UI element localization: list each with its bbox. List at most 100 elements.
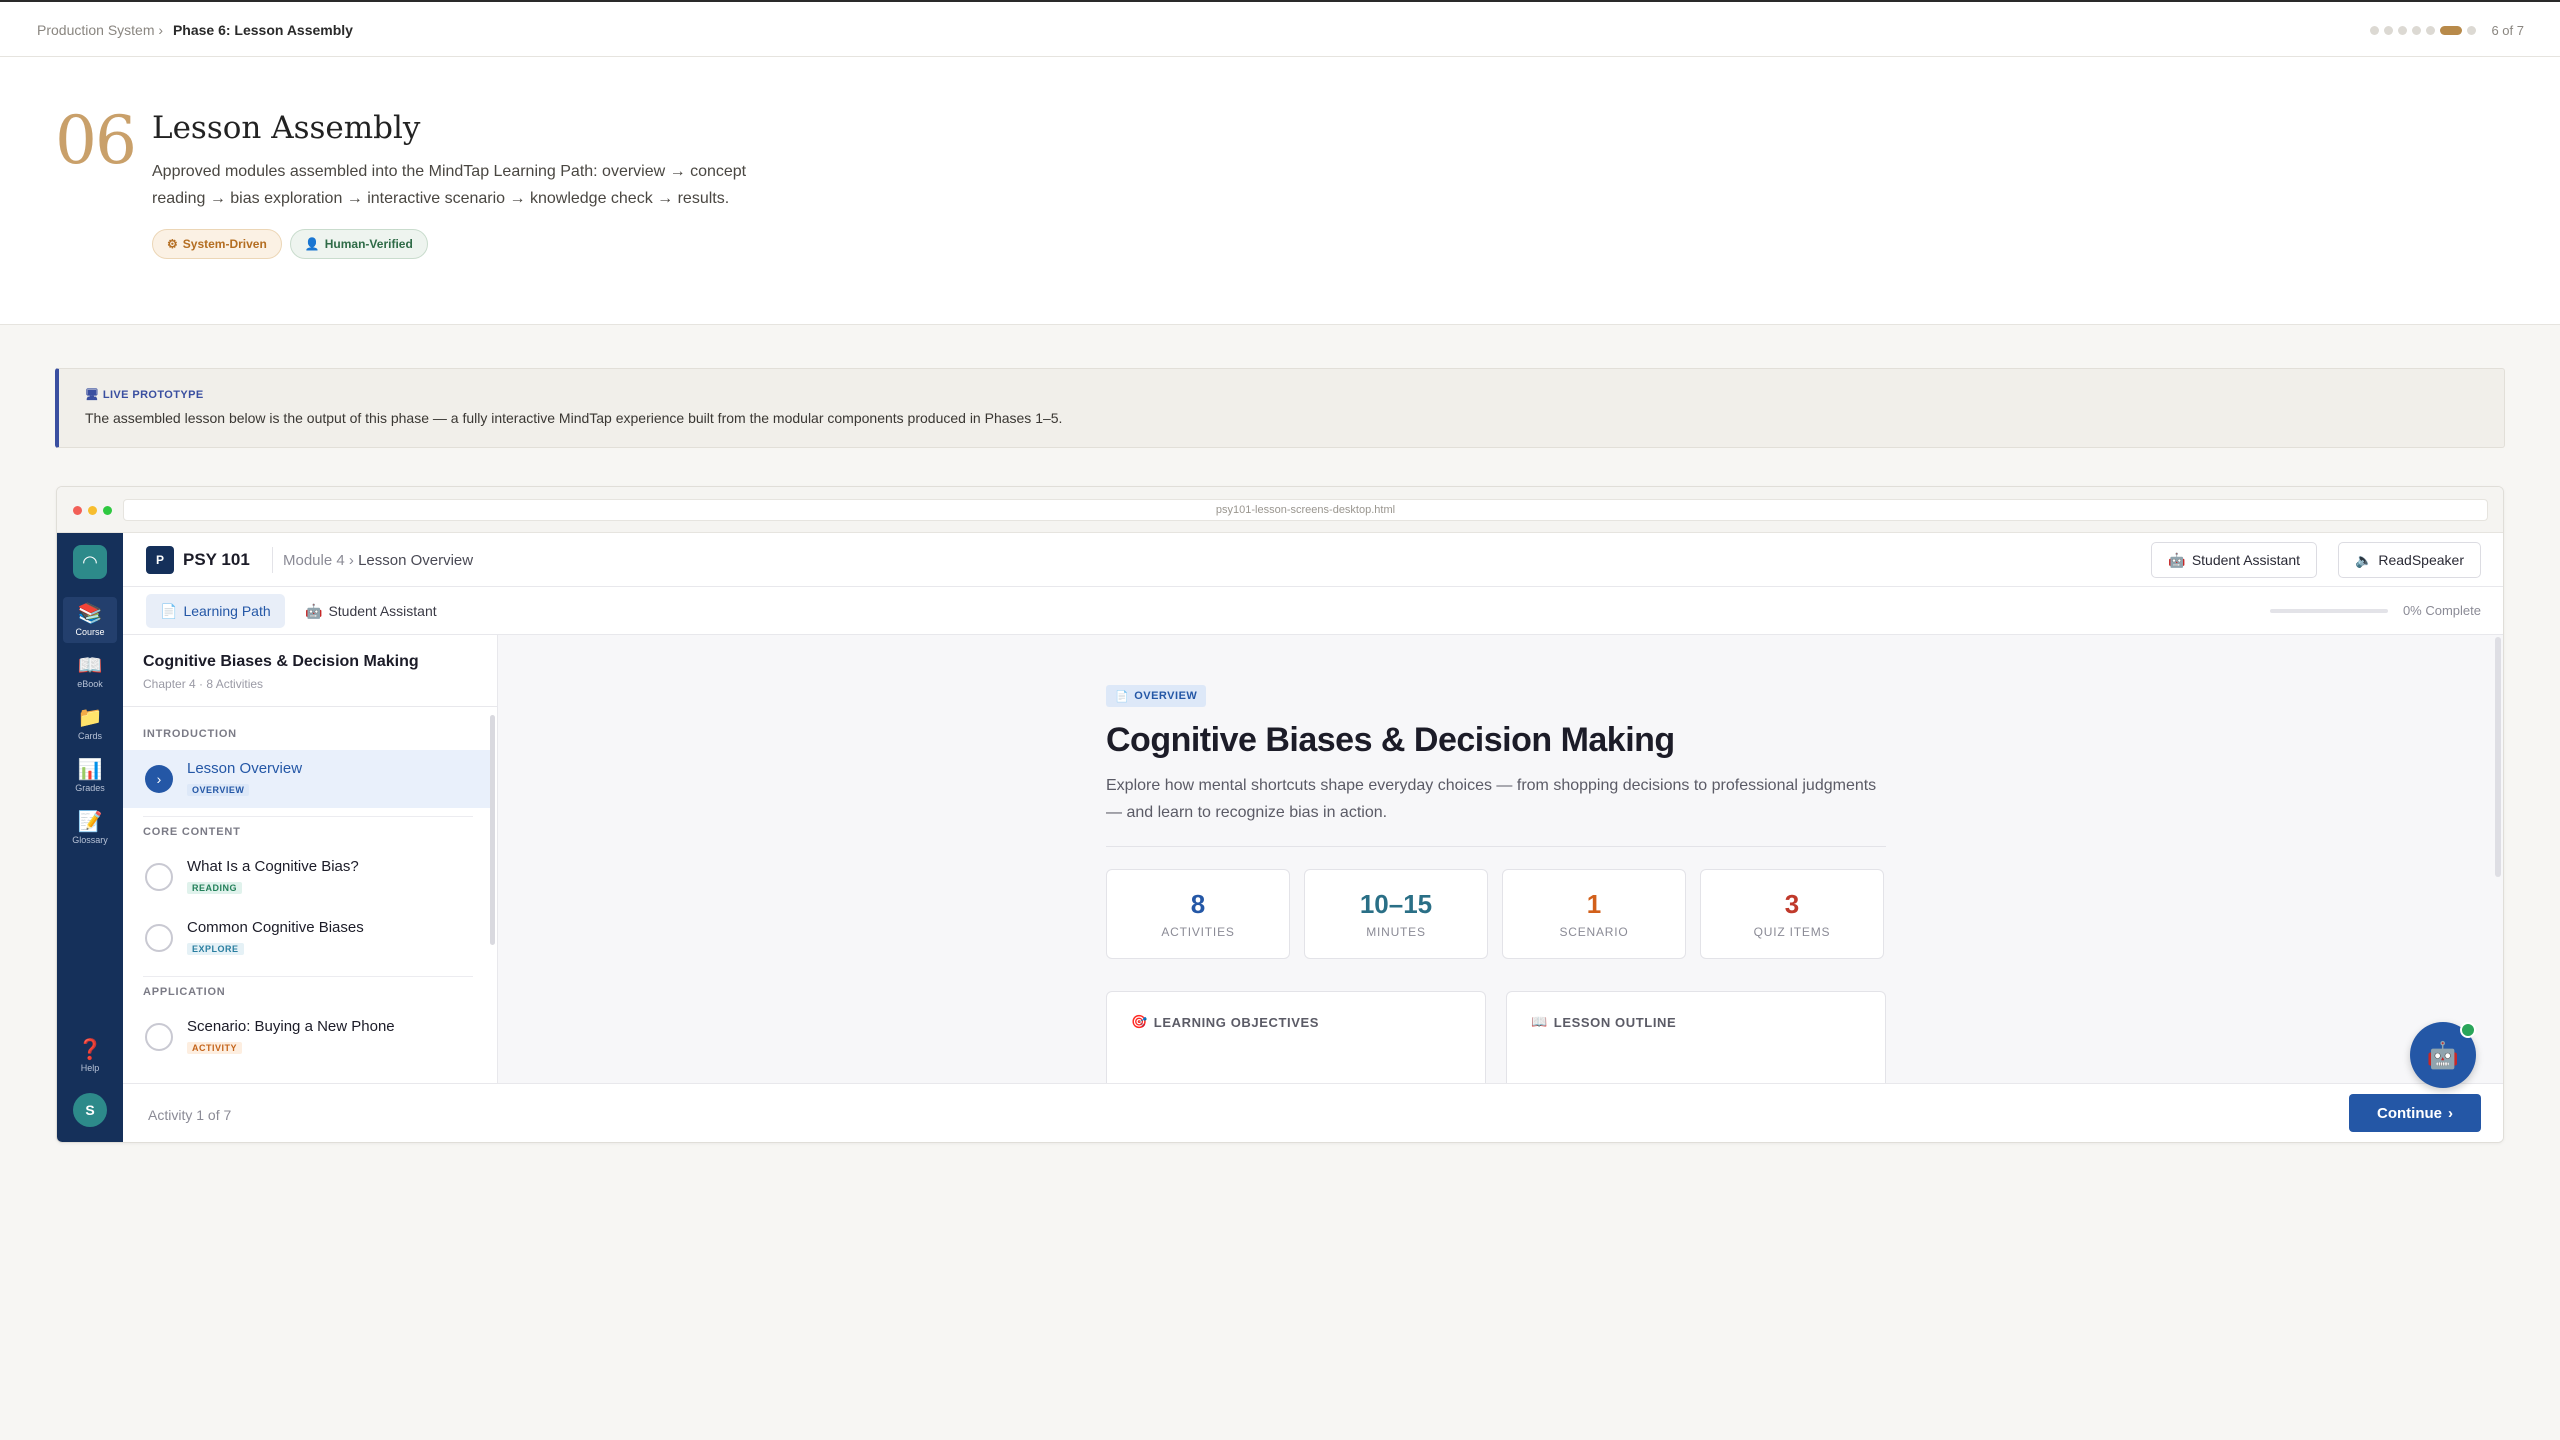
student-assistant-button[interactable]: 🤖 Student Assistant xyxy=(2151,542,2317,578)
live-prototype-note: 🖥 LIVE PROTOTYPE The assembled lesson be… xyxy=(55,368,2505,448)
badge-row: ⚙ System-Driven 👤 Human-Verified xyxy=(152,229,428,259)
card-title: 🎯 LEARNING OBJECTIVES xyxy=(1131,1014,1320,1030)
stat-label: MINUTES xyxy=(1366,925,1426,939)
section-label-application: APPLICATION xyxy=(143,986,226,998)
course-progress-bar xyxy=(2270,609,2388,613)
stat-label: QUIZ ITEMS xyxy=(1753,925,1831,939)
breadcrumb-root[interactable]: Production System xyxy=(37,22,155,38)
target-icon: 🎯 xyxy=(1131,1014,1148,1029)
activity-item-common-biases[interactable]: Common Cognitive Biases EXPLORE xyxy=(123,909,493,967)
section-rule xyxy=(143,816,473,817)
activity-status-circle-icon xyxy=(145,1023,173,1051)
rail-item-label: eBook xyxy=(77,679,103,689)
online-status-dot xyxy=(2460,1022,2476,1038)
tab-student-assistant[interactable]: 🤖 Student Assistant xyxy=(291,594,451,628)
breadcrumb-module[interactable]: Module 4 xyxy=(283,552,345,569)
chat-assistant-button[interactable]: 🤖 xyxy=(2410,1022,2476,1088)
continue-button[interactable]: Continue › xyxy=(2349,1094,2481,1132)
rail-item-cards[interactable]: 📁 Cards xyxy=(63,701,117,747)
phase-dot-current[interactable] xyxy=(2440,26,2462,35)
rail-item-label: Help xyxy=(80,1063,100,1073)
app-header: P PSY 101 Module 4 › Lesson Overview 🤖 S… xyxy=(123,533,2503,587)
stat-card-quiz-items: 3 QUIZ ITEMS xyxy=(1700,869,1884,959)
sidebar-scrollbar[interactable] xyxy=(490,715,495,945)
app-breadcrumb: Module 4 › Lesson Overview xyxy=(283,552,473,569)
breadcrumb: Production System › Phase 6: Lesson Asse… xyxy=(37,22,353,38)
rail-item-label: Cards xyxy=(77,731,102,741)
stat-card-minutes: 10–15 MINUTES xyxy=(1304,869,1488,959)
chart-icon: 📊 xyxy=(77,759,103,781)
stat-value: 8 xyxy=(1190,889,1206,919)
maximize-dot-icon[interactable] xyxy=(103,506,112,515)
phase-dot[interactable] xyxy=(2370,26,2379,35)
document-icon: 📄 xyxy=(160,602,178,619)
breadcrumb-current: Lesson Overview xyxy=(358,552,474,569)
stat-card-scenario: 1 SCENARIO xyxy=(1502,869,1686,959)
content-scrollbar[interactable] xyxy=(2495,637,2501,877)
breadcrumb-current: Phase 6: Lesson Assembly xyxy=(172,22,353,38)
activity-item-what-is-bias[interactable]: What Is a Cognitive Bias? READING xyxy=(123,848,493,906)
activity-item-lesson-overview[interactable]: › Lesson Overview OVERVIEW xyxy=(123,750,493,808)
divider xyxy=(123,706,497,707)
rail-item-label: Glossary xyxy=(72,835,108,845)
stat-label: ACTIVITIES xyxy=(1161,925,1235,939)
person-icon: 👤 xyxy=(304,237,320,251)
rail-item-grades[interactable]: 📊 Grades xyxy=(63,753,117,799)
robot-icon: 🤖 xyxy=(305,602,323,619)
stat-value: 1 xyxy=(1586,889,1602,919)
rail-item-course[interactable]: 📚 Course xyxy=(63,597,117,643)
phase-dot[interactable] xyxy=(2426,26,2435,35)
tab-learning-path[interactable]: 📄 Learning Path xyxy=(146,594,285,628)
document-icon: 📄 xyxy=(1115,690,1130,703)
tab-bar: 📄 Learning Path 🤖 Student Assistant 0% C… xyxy=(123,587,2503,635)
stat-value: 3 xyxy=(1784,889,1800,919)
activity-item-scenario-phone[interactable]: Scenario: Buying a New Phone ACTIVITY xyxy=(123,1008,493,1066)
section-label-core-content: CORE CONTENT xyxy=(143,826,241,838)
phase-dot[interactable] xyxy=(2467,26,2476,35)
books-icon: 📚 xyxy=(77,603,103,625)
badge-label: System-Driven xyxy=(182,237,267,251)
activity-type-tag: ACTIVITY xyxy=(187,1042,243,1054)
phase-header: 06 Lesson Assembly Approved modules asse… xyxy=(0,57,2560,325)
phase-description: Approved modules assembled into the Mind… xyxy=(152,163,747,207)
lesson-description: Explore how mental shortcuts shape every… xyxy=(1106,777,1877,821)
page-title: Lesson Assembly xyxy=(152,110,421,146)
activity-type-tag: OVERVIEW xyxy=(187,784,250,796)
minimize-dot-icon[interactable] xyxy=(88,506,97,515)
lesson-outline-card: 📖 LESSON OUTLINE xyxy=(1506,991,1886,1083)
activity-status-circle-icon xyxy=(145,924,173,952)
stat-value: 10–15 xyxy=(1359,889,1433,919)
activity-name: Scenario: Buying a New Phone xyxy=(187,1018,395,1035)
rail-item-help[interactable]: ❓ Help xyxy=(63,1033,117,1079)
phase-dot[interactable] xyxy=(2412,26,2421,35)
help-icon: ❓ xyxy=(77,1039,103,1061)
activity-footer: Activity 1 of 7 Continue › xyxy=(123,1083,2503,1142)
activity-name: What Is a Cognitive Bias? xyxy=(187,858,359,875)
phase-number: 06 xyxy=(55,102,137,179)
activity-status-circle-icon xyxy=(145,863,173,891)
prototype-browser-frame: psy101-lesson-screens-desktop.html ◠ 📚 C… xyxy=(56,486,2504,1143)
note-text: The assembled lesson below is the output… xyxy=(85,410,1063,426)
badge-label: Human-Verified xyxy=(324,237,413,251)
readspeaker-button[interactable]: 🔈 ReadSpeaker xyxy=(2337,542,2481,578)
robot-icon: 🤖 xyxy=(2168,551,2186,568)
rail-item-glossary[interactable]: 📝 Glossary xyxy=(63,805,117,851)
note-label: 🖥 LIVE PROTOTYPE xyxy=(85,389,204,401)
phase-dot[interactable] xyxy=(2398,26,2407,35)
course-logo: P xyxy=(146,546,174,574)
url-bar[interactable]: psy101-lesson-screens-desktop.html xyxy=(123,499,2488,521)
close-dot-icon[interactable] xyxy=(73,506,82,515)
gear-icon: ⚙ xyxy=(167,237,178,251)
avatar[interactable]: S xyxy=(73,1093,107,1127)
activity-counter: Activity 1 of 7 xyxy=(148,1107,232,1123)
phase-dot[interactable] xyxy=(2384,26,2393,35)
rail-item-ebook[interactable]: 📖 eBook xyxy=(63,649,117,695)
phase-progress-dots xyxy=(2370,26,2476,35)
activity-type-tag: READING xyxy=(187,882,243,894)
rail-item-label: Grades xyxy=(75,783,105,793)
human-verified-badge: 👤 Human-Verified xyxy=(289,229,428,259)
overview-pill: 📄 OVERVIEW xyxy=(1106,685,1207,707)
section-label-introduction: INTRODUCTION xyxy=(143,728,237,740)
learning-objectives-card: 🎯 LEARNING OBJECTIVES xyxy=(1106,991,1486,1083)
app-logo-icon[interactable]: ◠ xyxy=(73,545,107,579)
